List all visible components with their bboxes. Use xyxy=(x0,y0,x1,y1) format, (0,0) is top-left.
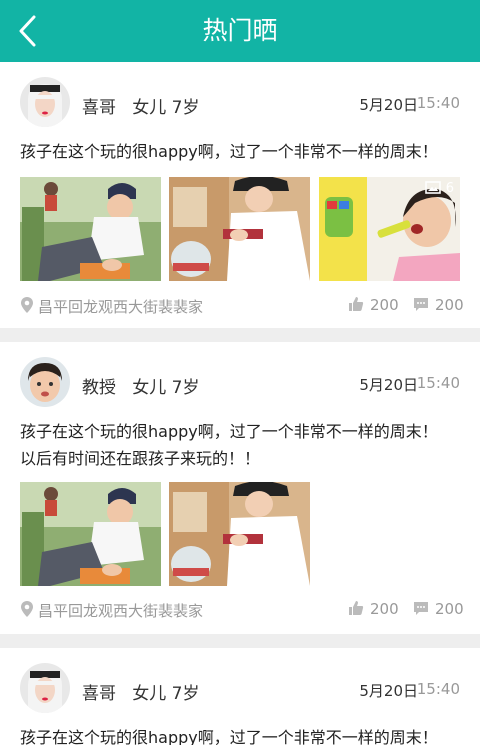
app-header: 热门晒 xyxy=(0,0,480,62)
location-text: 昌平回龙观西大街裴裴家 xyxy=(38,298,204,316)
photo-count-badge: 6 xyxy=(424,181,454,196)
child-info: 女儿 7岁 xyxy=(132,684,200,704)
thumbs-up-icon xyxy=(349,297,364,311)
post-time: 15:40 xyxy=(416,680,460,698)
post-date: 5月20日 xyxy=(359,96,418,114)
post-time: 15:40 xyxy=(416,374,460,392)
post-photo[interactable]: 6 xyxy=(319,177,460,281)
like-button[interactable]: 200 xyxy=(348,600,399,618)
post-photo[interactable] xyxy=(20,177,161,281)
location-text: 昌平回龙观西大街裴裴家 xyxy=(38,602,204,620)
post-date: 5月20日 xyxy=(359,376,418,394)
location[interactable]: 昌平回龙观西大街裴裴家 xyxy=(20,600,203,621)
user-name[interactable]: 喜哥 xyxy=(82,684,116,704)
like-button[interactable]: 200 xyxy=(348,296,399,314)
post-card[interactable]: 喜哥 女儿 7岁 5月20日 15:40 孩子在这个玩的很happy啊，过了一个… xyxy=(0,648,480,745)
post-photo[interactable] xyxy=(169,177,310,281)
like-count: 200 xyxy=(370,296,399,314)
photo-count: 6 xyxy=(445,181,454,196)
comment-count: 200 xyxy=(435,600,464,618)
comment-icon xyxy=(414,602,428,615)
gallery-icon xyxy=(424,181,441,194)
post-text-line: 孩子在这个玩的很happy啊，过了一个非常不一样的周末！ xyxy=(20,422,438,441)
post-card[interactable]: 喜哥 女儿 7岁 5月20日 15:40 孩子在这个玩的很happy啊，过了一个… xyxy=(0,62,480,328)
user-name[interactable]: 教授 xyxy=(82,378,116,398)
location[interactable]: 昌平回龙观西大街裴裴家 xyxy=(20,296,203,317)
avatar[interactable] xyxy=(20,663,70,713)
post-photo[interactable] xyxy=(169,482,310,586)
user-name[interactable]: 喜哥 xyxy=(82,98,116,118)
child-info: 女儿 7岁 xyxy=(132,378,200,398)
post-text-line: 孩子在这个玩的很happy啊，过了一个非常不一样的周末！ xyxy=(20,142,438,161)
comment-button[interactable]: 200 xyxy=(413,600,464,618)
post-text-line: 孩子在这个玩的很happy啊，过了一个非常不一样的周末！ xyxy=(20,728,438,745)
post-card[interactable]: 教授 女儿 7岁 5月20日 15:40 孩子在这个玩的很happy啊，过了一个… xyxy=(0,342,480,634)
comment-icon xyxy=(414,298,428,311)
post-text-line: 以后有时间还在跟孩子来玩的！！ xyxy=(20,449,261,468)
post-time: 15:40 xyxy=(416,94,460,112)
divider xyxy=(0,634,480,648)
post-photo[interactable] xyxy=(20,482,161,586)
location-pin-icon xyxy=(21,297,33,313)
child-info: 女儿 7岁 xyxy=(132,98,200,118)
location-pin-icon xyxy=(21,601,33,617)
divider xyxy=(0,328,480,342)
avatar[interactable] xyxy=(20,77,70,127)
post-text: 孩子在这个玩的很happy啊，过了一个非常不一样的周末！ xyxy=(20,724,460,745)
post-text: 孩子在这个玩的很happy啊，过了一个非常不一样的周末！ xyxy=(20,138,460,165)
like-count: 200 xyxy=(370,600,399,618)
avatar[interactable] xyxy=(20,357,70,407)
comment-count: 200 xyxy=(435,296,464,314)
post-text: 孩子在这个玩的很happy啊，过了一个非常不一样的周末！ 以后有时间还在跟孩子来… xyxy=(20,418,460,472)
post-date: 5月20日 xyxy=(359,682,418,700)
thumbs-up-icon xyxy=(349,601,364,615)
comment-button[interactable]: 200 xyxy=(413,296,464,314)
page-title: 热门晒 xyxy=(202,16,278,45)
